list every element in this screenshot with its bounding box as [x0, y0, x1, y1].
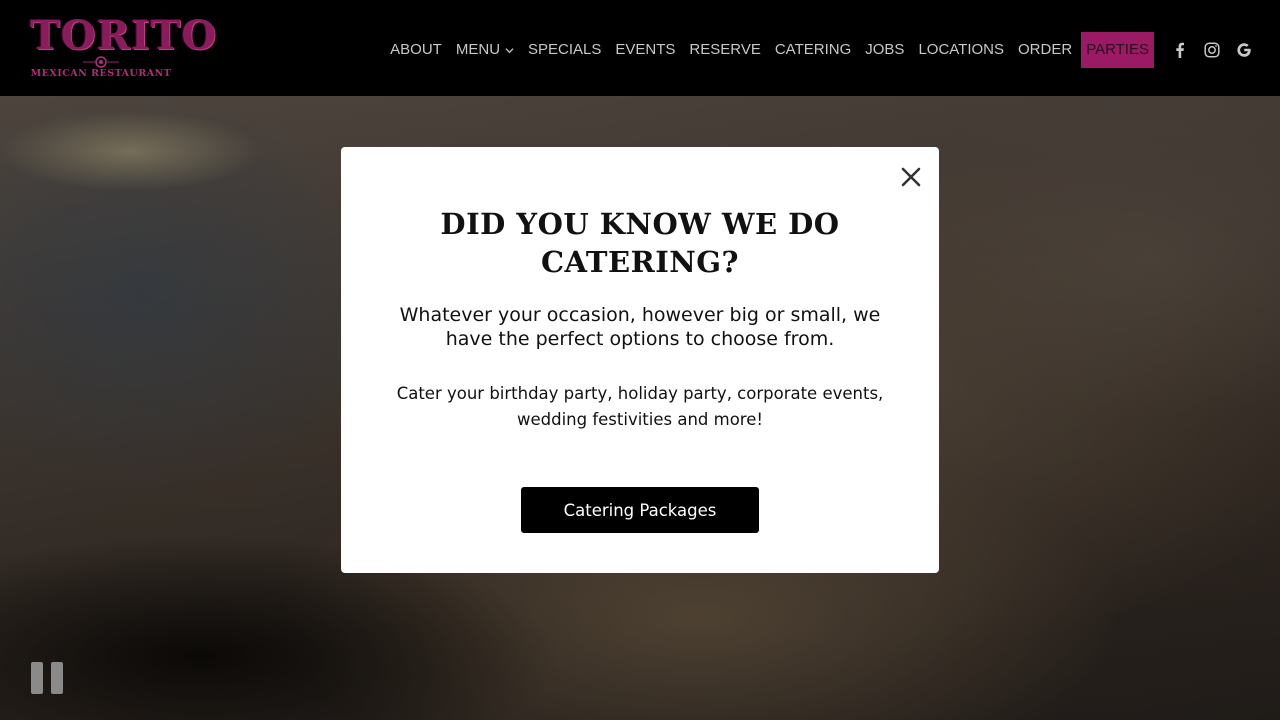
nav-item-catering[interactable]: CATERING — [768, 32, 858, 68]
logo-tagline: MEXICAN RESTAURANT — [30, 68, 172, 79]
logo-wordmark: TORITO — [30, 12, 218, 59]
nav-label: EVENTS — [615, 41, 676, 58]
social-links — [1164, 32, 1260, 68]
nav-item-menu[interactable]: MENU — [449, 32, 521, 68]
nav-item-parties[interactable]: PARTIES — [1081, 32, 1154, 68]
nav-label: LOCATIONS — [918, 41, 1005, 58]
nav-item-reserve[interactable]: RESERVE — [682, 32, 767, 68]
nav-item-about[interactable]: ABOUT — [383, 32, 449, 68]
nav-label: RESERVE — [689, 41, 761, 58]
nav-label: CATERING — [774, 41, 852, 58]
facebook-icon[interactable] — [1164, 32, 1196, 68]
logo[interactable]: TORITO MEXICAN RESTAURANT — [30, 12, 218, 84]
google-icon[interactable] — [1228, 32, 1260, 68]
catering-popup: DID YOU KNOW WE DO CATERING? Whatever yo… — [341, 147, 939, 573]
catering-packages-button[interactable]: Catering Packages — [521, 487, 759, 533]
main-nav: ABOUT MENU SPECIALS EVENTS RESERVE CATER… — [383, 32, 1260, 68]
site-header: TORITO MEXICAN RESTAURANT ABOUT MENU SPE… — [0, 0, 1280, 96]
popup-body-text: Cater your birthday party, holiday party… — [396, 384, 884, 429]
nav-label: ORDER — [1018, 41, 1073, 58]
chevron-down-icon — [505, 47, 514, 53]
instagram-icon[interactable] — [1196, 32, 1228, 68]
nav-item-jobs[interactable]: JOBS — [858, 32, 911, 68]
nav-label: SPECIALS — [528, 41, 602, 58]
nav-item-locations[interactable]: LOCATIONS — [911, 32, 1011, 68]
nav-label: PARTIES — [1086, 41, 1149, 58]
nav-item-events[interactable]: EVENTS — [608, 32, 682, 68]
nav-label: MENU — [455, 41, 501, 58]
nav-item-order[interactable]: ORDER — [1011, 32, 1079, 68]
pause-icon[interactable] — [31, 662, 64, 694]
close-icon[interactable] — [899, 165, 923, 189]
nav-label: JOBS — [865, 41, 905, 58]
nav-label: ABOUT — [390, 41, 442, 58]
popup-title: DID YOU KNOW WE DO CATERING? — [440, 207, 840, 279]
logo-ornament-icon — [83, 56, 119, 68]
popup-lead-text: Whatever your occasion, however big or s… — [399, 304, 881, 350]
nav-item-specials[interactable]: SPECIALS — [521, 32, 608, 68]
